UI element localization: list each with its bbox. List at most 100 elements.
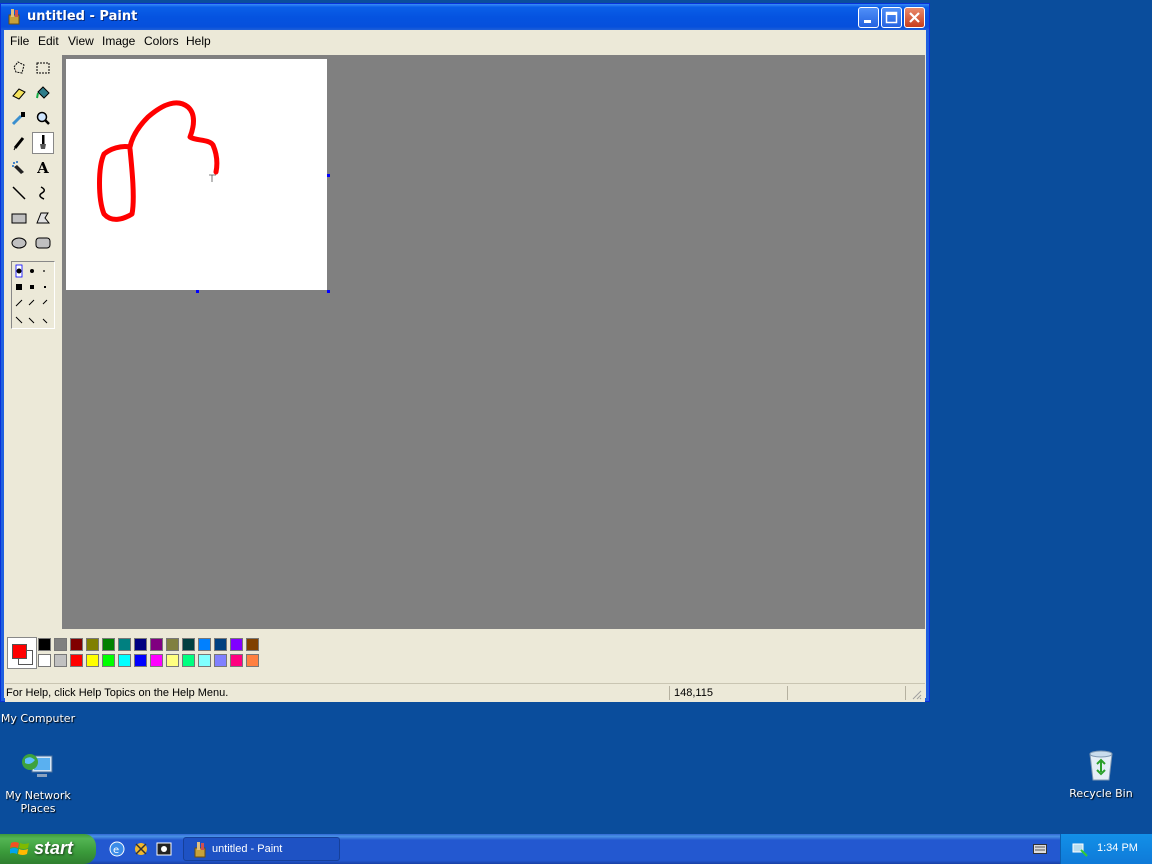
svg-text:e: e [113, 845, 119, 856]
menu-view[interactable]: View [68, 34, 94, 48]
brush-icon [40, 135, 46, 149]
tool-select[interactable] [32, 57, 54, 79]
quick-launch-browser-icon[interactable]: e [108, 840, 126, 858]
recycle-bin-label: Recycle Bin [1069, 787, 1133, 800]
palette-swatch[interactable] [102, 638, 115, 651]
taskbar: start e untitled - Paint 1:34 PM [0, 834, 1152, 864]
palette-swatch[interactable] [182, 654, 195, 667]
clock[interactable]: 1:34 PM [1097, 842, 1138, 854]
current-colors-box[interactable] [7, 637, 37, 669]
pick-color-icon [11, 112, 25, 126]
line-icon [12, 186, 26, 200]
palette-swatch[interactable] [246, 654, 259, 667]
palette-swatch[interactable] [134, 654, 147, 667]
quick-launch-movie-icon[interactable] [155, 840, 173, 858]
palette-swatch[interactable] [118, 638, 131, 651]
pencil-icon [13, 137, 25, 151]
resize-grip-icon[interactable] [910, 688, 922, 700]
menu-edit[interactable]: Edit [38, 34, 59, 48]
palette-swatch[interactable] [134, 638, 147, 651]
tool-pencil[interactable] [8, 132, 30, 154]
canvas-resize-handle[interactable] [196, 290, 199, 293]
tool-ellipse[interactable] [8, 232, 30, 254]
brush-shapes-icon [15, 264, 48, 324]
palette-swatch[interactable] [102, 654, 115, 667]
menu-file[interactable]: File [10, 34, 29, 48]
drawing-canvas[interactable] [66, 59, 330, 293]
close-icon [909, 12, 920, 23]
brush-shape-options[interactable] [11, 261, 55, 329]
palette-swatch[interactable] [182, 638, 195, 651]
palette-swatch[interactable] [86, 638, 99, 651]
palette-swatch[interactable] [150, 654, 163, 667]
tool-curve[interactable] [32, 182, 54, 204]
start-button[interactable]: start [0, 834, 96, 864]
palette-swatch[interactable] [54, 638, 67, 651]
palette-swatch[interactable] [38, 654, 51, 667]
taskbar-paint-button[interactable]: untitled - Paint [183, 837, 340, 861]
system-tray: 1:34 PM [1060, 834, 1152, 864]
network-globe-icon [22, 754, 53, 777]
quick-launch-media-icon[interactable] [132, 840, 150, 858]
tool-magnifier[interactable] [32, 107, 54, 129]
palette-swatch[interactable] [230, 654, 243, 667]
paint-app-icon [8, 9, 20, 25]
tool-rounded-rectangle[interactable] [32, 232, 54, 254]
menu-help[interactable]: Help [186, 34, 211, 48]
rounded-rectangle-icon [35, 237, 51, 249]
palette-swatch[interactable] [198, 638, 211, 651]
keyboard-icon[interactable] [1033, 844, 1047, 854]
tool-free-form-select[interactable] [8, 57, 30, 79]
menu-colors[interactable]: Colors [144, 34, 179, 48]
palette-swatch[interactable] [214, 638, 227, 651]
palette-swatch[interactable] [166, 638, 179, 651]
paint-window: untitled - Paint File Edit View Image Co… [0, 3, 930, 702]
palette-swatch[interactable] [214, 654, 227, 667]
tool-text[interactable]: A [32, 157, 54, 179]
palette-swatch[interactable] [166, 654, 179, 667]
canvas-workarea[interactable] [62, 55, 925, 629]
close-button[interactable] [904, 7, 925, 28]
my-computer-label: My Computer [0, 712, 76, 725]
maximize-button[interactable] [881, 7, 902, 28]
tool-brush[interactable] [32, 132, 54, 154]
rectangle-icon [11, 213, 27, 224]
recycle-bin-icon[interactable]: Recycle Bin [1061, 750, 1141, 800]
tool-line[interactable] [8, 182, 30, 204]
status-coordinates: 148,115 [674, 687, 713, 699]
my-computer-icon[interactable]: My Computer [0, 700, 78, 725]
minimize-button[interactable] [858, 7, 879, 28]
palette-swatch[interactable] [38, 638, 51, 651]
paint-task-icon [194, 842, 206, 858]
palette-swatch[interactable] [246, 638, 259, 651]
windows-logo-icon [10, 842, 29, 855]
window-title: untitled - Paint [27, 9, 138, 24]
tool-rectangle[interactable] [8, 207, 30, 229]
canvas-resize-handle[interactable] [327, 174, 330, 177]
tool-airbrush[interactable] [8, 157, 30, 179]
title-bar[interactable]: untitled - Paint [1, 4, 929, 30]
tool-fill[interactable] [32, 82, 54, 104]
menu-image[interactable]: Image [102, 34, 135, 48]
canvas-resize-handle[interactable] [327, 290, 330, 293]
palette-swatch[interactable] [118, 654, 131, 667]
taskbar-paint-label: untitled - Paint [212, 843, 283, 855]
minimize-icon [864, 20, 871, 23]
palette-swatch[interactable] [54, 654, 67, 667]
palette-swatch[interactable] [230, 638, 243, 651]
primary-color [12, 644, 27, 659]
palette-swatch[interactable] [150, 638, 163, 651]
tool-polygon[interactable] [32, 207, 54, 229]
network-places-icon[interactable]: My Network Places [0, 750, 78, 815]
palette-swatch[interactable] [70, 654, 83, 667]
tool-pick-color[interactable] [8, 107, 30, 129]
tool-eraser[interactable] [8, 82, 30, 104]
palette-swatch[interactable] [86, 654, 99, 667]
fill-icon [36, 86, 50, 99]
status-separator [787, 686, 788, 700]
palette-swatch[interactable] [198, 654, 211, 667]
palette-swatch[interactable] [70, 638, 83, 651]
select-icon [36, 62, 50, 74]
status-bar: For Help, click Help Topics on the Help … [5, 683, 925, 702]
network-tray-icon[interactable] [1071, 840, 1089, 858]
